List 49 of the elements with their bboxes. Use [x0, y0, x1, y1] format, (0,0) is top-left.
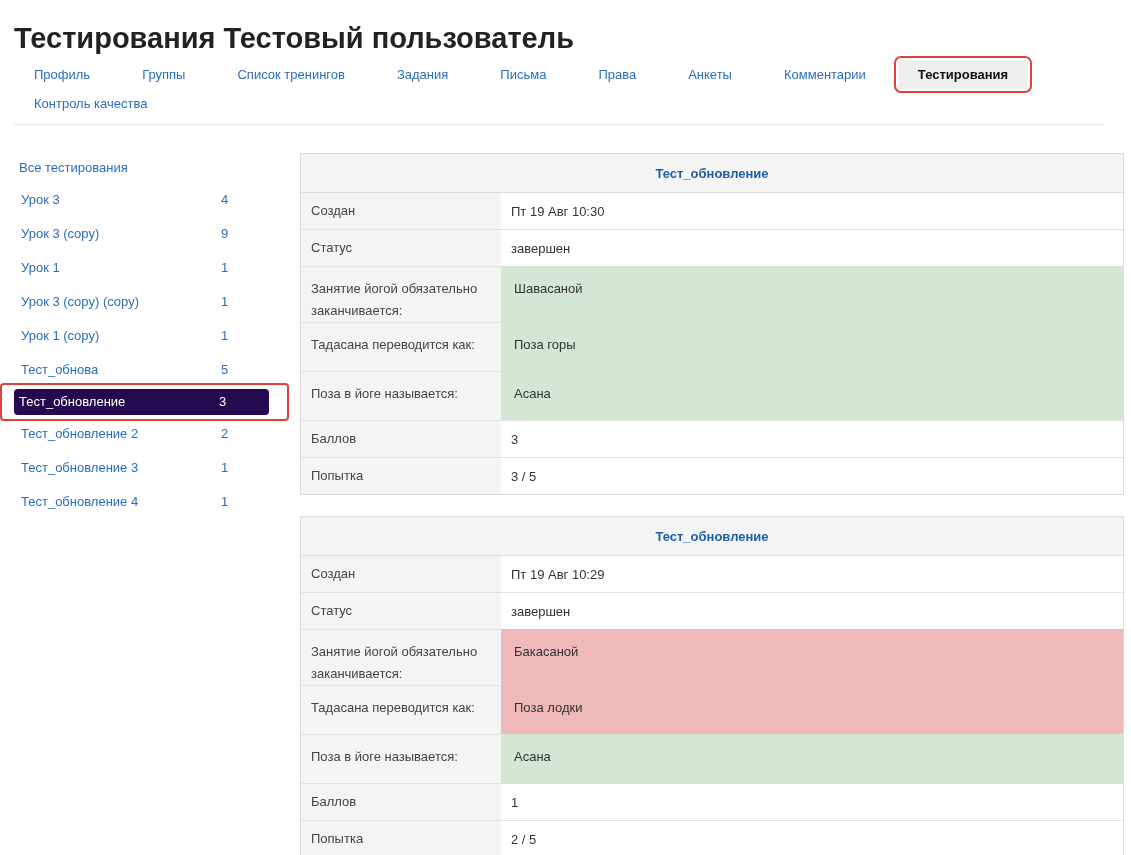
sidebar-item[interactable]: Урок 1 (copy) 1 — [16, 323, 271, 349]
sidebar-item[interactable]: Тест_обнова 5 — [16, 357, 271, 383]
all-tests-link[interactable]: Все тестирования — [14, 153, 300, 183]
tab[interactable]: Анкеты — [668, 60, 752, 89]
sidebar-item[interactable]: Урок 3 4 — [16, 187, 271, 213]
row-label: Статус — [300, 229, 501, 267]
tab[interactable]: Список тренингов — [217, 60, 365, 89]
tab[interactable]: Права — [578, 60, 657, 89]
answer-cell: Шавасаной — [501, 266, 1124, 323]
answer-cell: Асана — [501, 734, 1124, 784]
result-title: Тест_обновление — [300, 153, 1124, 193]
row-value: 1 — [501, 783, 1124, 821]
sidebar-item[interactable]: Тест_обновление 3 — [14, 389, 269, 415]
row-label: Попытка — [300, 820, 501, 855]
row-value: 2 / 5 — [501, 820, 1124, 855]
row-label: Баллов — [300, 783, 501, 821]
row-label: Поза в йоге называется: — [300, 734, 501, 784]
answer-cell: Поза лодки — [501, 685, 1124, 735]
tab[interactable]: Письма — [480, 60, 567, 89]
answer-cell: Асана — [501, 371, 1124, 421]
sidebar-item[interactable]: Урок 3 (copy) (copy) 1 — [16, 289, 271, 315]
result-title: Тест_обновление — [300, 516, 1124, 556]
row-label: Занятие йогой обязательно заканчивается: — [300, 629, 501, 686]
row-value: 3 — [501, 420, 1124, 458]
row-label: Баллов — [300, 420, 501, 458]
row-label: Поза в йоге называется: — [300, 371, 501, 421]
sidebar-item[interactable]: Урок 1 1 — [16, 255, 271, 281]
tab[interactable]: Комментарии — [763, 60, 886, 89]
row-label: Попытка — [300, 457, 501, 495]
sidebar-item[interactable]: Тест_обновление 2 2 — [16, 421, 271, 447]
tab[interactable]: Контроль качества — [14, 89, 168, 118]
answer-cell: Поза горы — [501, 322, 1124, 372]
row-label: Занятие йогой обязательно заканчивается: — [300, 266, 501, 323]
sidebar-item[interactable]: Тест_обновление 4 1 — [16, 489, 271, 515]
row-value: Пт 19 Авг 10:29 — [501, 555, 1124, 593]
row-label: Статус — [300, 592, 501, 630]
row-label: Создан — [300, 192, 501, 230]
sidebar-item[interactable]: Тест_обновление 3 1 — [16, 455, 271, 481]
page-title: Тестирования Тестовый пользователь — [14, 21, 575, 56]
row-value: Пт 19 Авг 10:30 — [501, 192, 1124, 230]
tab[interactable]: Профиль — [14, 60, 111, 89]
row-label: Создан — [300, 555, 501, 593]
row-label: Тадасана переводится как: — [300, 322, 501, 372]
row-label: Тадасана переводится как: — [300, 685, 501, 735]
row-value: 3 / 5 — [501, 457, 1124, 495]
tab[interactable]: Группы — [122, 60, 206, 89]
tab[interactable]: Задания — [376, 60, 469, 89]
answer-cell: Бакасаной — [501, 629, 1124, 686]
sidebar-item[interactable]: Урок 3 (copy) 9 — [16, 221, 271, 247]
